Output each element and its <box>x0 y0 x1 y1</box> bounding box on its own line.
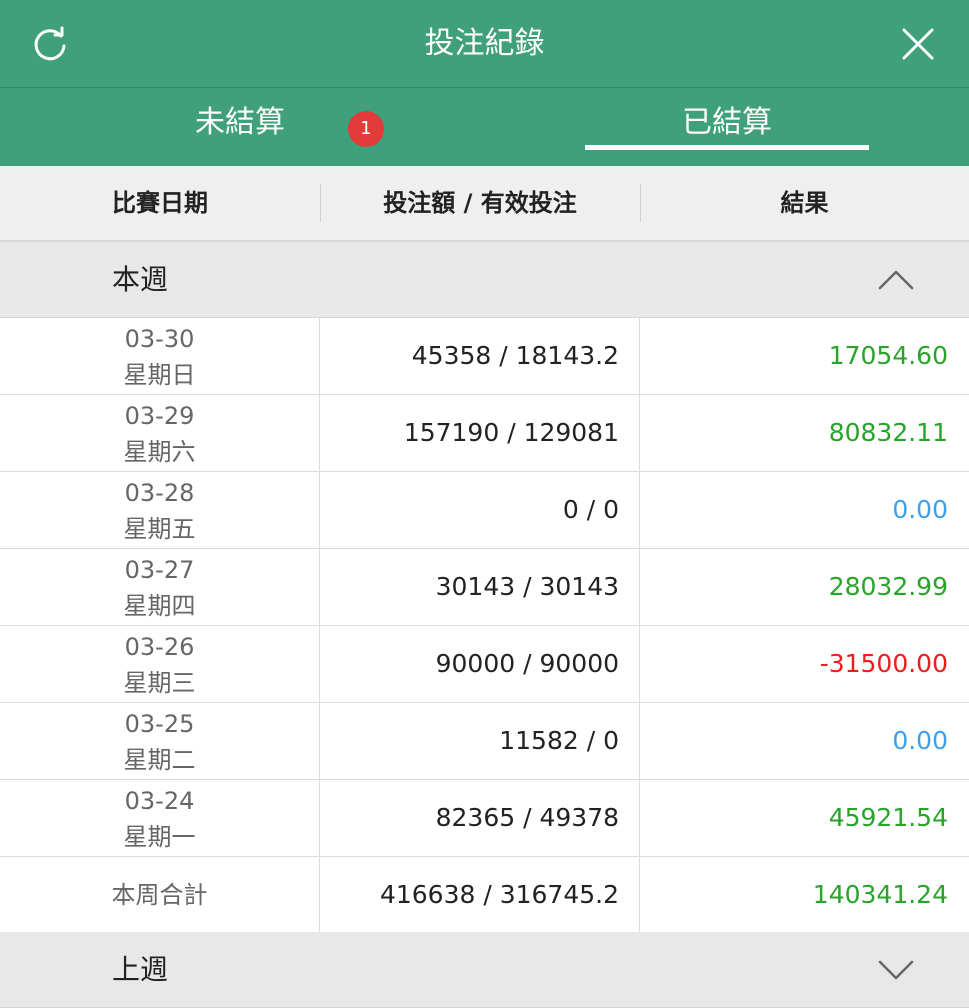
date-cell: 03-25 星期二 <box>0 703 320 779</box>
date-cell: 03-24 星期一 <box>0 780 320 856</box>
row-weekday: 星期四 <box>123 592 196 620</box>
group-this-week[interactable]: 本週 <box>0 242 969 318</box>
row-weekday: 星期日 <box>123 361 196 389</box>
group-title: 本週 <box>112 263 169 296</box>
date-cell: 03-30 星期日 <box>0 318 320 394</box>
group-last-week[interactable]: 上週 <box>0 932 969 1008</box>
chevron-up-icon[interactable] <box>876 264 916 296</box>
row-weekday: 星期三 <box>123 669 196 697</box>
result-value: 0.00 <box>892 495 948 524</box>
bet-amount: 0 / 0 <box>320 472 640 548</box>
total-label: 本周合計 <box>0 857 320 933</box>
result-value: 0.00 <box>892 726 948 755</box>
row-date: 03-25 <box>124 710 195 738</box>
table-row: 03-25 星期二 11582 / 0 0.00 <box>0 703 969 780</box>
row-date: 03-27 <box>124 556 195 584</box>
table-row: 03-29 星期六 157190 / 129081 80832.11 <box>0 395 969 472</box>
header-bar: 投注紀錄 <box>0 0 969 88</box>
active-tab-indicator <box>585 145 869 150</box>
date-cell: 03-29 星期六 <box>0 395 320 471</box>
row-date: 03-24 <box>124 787 195 815</box>
table-row: 03-27 星期四 30143 / 30143 28032.99 <box>0 549 969 626</box>
row-date: 03-29 <box>124 402 195 430</box>
row-weekday: 星期六 <box>123 438 196 466</box>
total-bet-amount: 416638 / 316745.2 <box>320 857 640 933</box>
tab-unsettled[interactable]: 未結算 <box>150 88 330 166</box>
date-cell: 03-28 星期五 <box>0 472 320 548</box>
total-row: 本周合計 416638 / 316745.2 140341.24 <box>0 857 969 934</box>
chevron-down-icon[interactable] <box>876 954 916 986</box>
bet-amount: 11582 / 0 <box>320 703 640 779</box>
bet-amount: 45358 / 18143.2 <box>320 318 640 394</box>
table-row: 03-24 星期一 82365 / 49378 45921.54 <box>0 780 969 857</box>
table-row: 03-26 星期三 90000 / 90000 -31500.00 <box>0 626 969 703</box>
page-title: 投注紀錄 <box>424 26 545 61</box>
close-icon[interactable] <box>898 24 938 64</box>
bet-amount: 30143 / 30143 <box>320 549 640 625</box>
result-value: 17054.60 <box>828 341 948 370</box>
row-date: 03-26 <box>124 633 195 661</box>
group-title: 上週 <box>112 953 169 986</box>
column-header-bet: 投注額 / 有效投注 <box>383 189 577 217</box>
tab-settled[interactable]: 已結算 <box>585 88 869 166</box>
bet-amount: 82365 / 49378 <box>320 780 640 856</box>
result-value: 28032.99 <box>828 572 948 601</box>
row-date: 03-28 <box>124 479 195 507</box>
result-value: 80832.11 <box>828 418 948 447</box>
tab-unsettled-label: 未結算 <box>195 105 285 140</box>
date-cell: 03-27 星期四 <box>0 549 320 625</box>
row-weekday: 星期一 <box>123 823 196 851</box>
table-row: 03-28 星期五 0 / 0 0.00 <box>0 472 969 549</box>
total-result-value: 140341.24 <box>812 880 948 909</box>
unsettled-count-badge: 1 <box>348 111 384 147</box>
date-cell: 03-26 星期三 <box>0 626 320 702</box>
column-header-result: 結果 <box>780 189 829 217</box>
bet-amount: 90000 / 90000 <box>320 626 640 702</box>
result-value: 45921.54 <box>828 803 948 832</box>
column-header-date: 比賽日期 <box>112 189 208 217</box>
table-header: 比賽日期 投注額 / 有效投注 結果 <box>0 166 969 242</box>
tab-bar: 未結算 已結算 <box>0 88 969 166</box>
row-weekday: 星期二 <box>123 746 196 774</box>
table-row: 03-30 星期日 45358 / 18143.2 17054.60 <box>0 318 969 395</box>
row-weekday: 星期五 <box>123 515 196 543</box>
bet-amount: 157190 / 129081 <box>320 395 640 471</box>
result-value: -31500.00 <box>819 649 948 678</box>
row-date: 03-30 <box>124 325 195 353</box>
